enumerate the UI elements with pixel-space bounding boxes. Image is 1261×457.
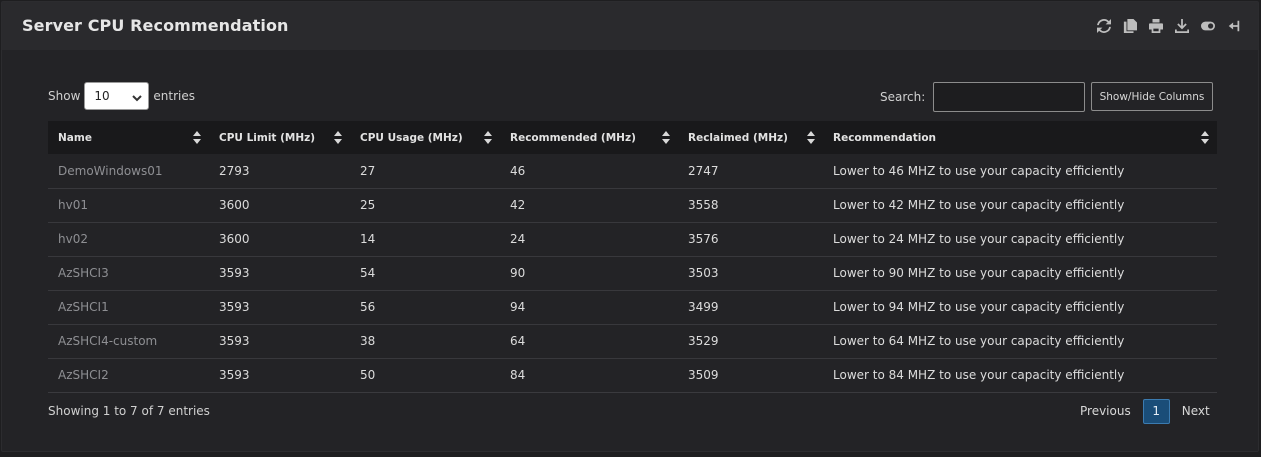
cell-reclaimed: 3558 (688, 198, 719, 212)
cell-recommended: 94 (510, 300, 526, 314)
table-info: Showing 1 to 7 of 7 entries (48, 404, 210, 418)
cell-recommendation: Lower to 90 MHZ to use your capacity eff… (833, 266, 1125, 280)
cell-name: AzSHCI3 (58, 266, 109, 280)
cell-recommendation: Lower to 64 MHZ to use your capacity eff… (833, 334, 1125, 348)
search-label: Search: (880, 90, 926, 104)
sort-icon (334, 131, 342, 144)
cell-name: DemoWindows01 (58, 163, 163, 178)
cell-name: AzSHCI4-custom (58, 334, 158, 348)
page-1-button[interactable]: 1 (1142, 398, 1170, 424)
sort-icon (193, 131, 201, 144)
download-icon[interactable] (1174, 18, 1190, 34)
cell-cpu-limit: 3600 (219, 232, 250, 246)
cell-cpu-usage: 54 (360, 266, 376, 280)
table-row: hv02 3600 14 24 3576 Lower to 24 MHZ to … (48, 222, 1217, 256)
column-header-name[interactable]: Name (48, 121, 209, 154)
table-row: AzSHCI1 3593 56 94 3499 Lower to 94 MHZ … (48, 290, 1217, 324)
table-row: DemoWindows01 2793 27 46 2747 Lower to 4… (48, 154, 1217, 188)
cell-cpu-limit: 3593 (219, 334, 250, 348)
cell-cpu-usage: 27 (360, 163, 376, 178)
page-length-select[interactable]: 10 (84, 82, 150, 110)
column-header-label: CPU Usage (MHz) (360, 131, 463, 144)
column-header-label: CPU Limit (MHz) (219, 131, 316, 144)
cell-cpu-usage: 25 (360, 198, 376, 212)
cell-cpu-limit: 2793 (219, 163, 250, 178)
cell-cpu-limit: 3593 (219, 368, 250, 382)
table-row: AzSHCI2 3593 50 84 3509 Lower to 84 MHZ … (48, 358, 1217, 392)
cell-recommendation: Lower to 42 MHZ to use your capacity eff… (833, 198, 1125, 212)
table-header-row: Name CPU Limit (MHz) CPU Usage (MHz) Rec… (48, 121, 1217, 154)
pagination: Previous 1 Next (1068, 398, 1222, 424)
sort-icon (662, 131, 670, 144)
panel-title: Server CPU Recommendation (22, 16, 289, 35)
cell-name: AzSHCI2 (58, 368, 109, 382)
cell-reclaimed: 3529 (688, 334, 719, 348)
cell-recommended: 46 (510, 163, 526, 178)
column-header-recommendation[interactable]: Recommendation (823, 121, 1217, 154)
table-row: AzSHCI4-custom 3593 38 64 3529 Lower to … (48, 324, 1217, 358)
cell-recommendation: Lower to 84 MHZ to use your capacity eff… (833, 368, 1125, 382)
cell-reclaimed: 3499 (688, 300, 719, 314)
column-header-label: Name (58, 131, 92, 144)
column-header-cpu-usage[interactable]: CPU Usage (MHz) (350, 121, 500, 154)
panel-toolbar (1096, 18, 1242, 34)
cell-recommended: 64 (510, 334, 526, 348)
refresh-icon[interactable] (1096, 18, 1112, 34)
column-header-reclaimed[interactable]: Reclaimed (MHz) (678, 121, 823, 154)
table-row: hv01 3600 25 42 3558 Lower to 42 MHZ to … (48, 188, 1217, 222)
table-row: AzSHCI3 3593 54 90 3503 Lower to 90 MHZ … (48, 256, 1217, 290)
sort-icon (1201, 131, 1209, 144)
cell-cpu-limit: 3600 (219, 198, 250, 212)
cell-recommended: 84 (510, 368, 526, 382)
panel-header: Server CPU Recommendation (2, 2, 1258, 50)
recommendation-table: Name CPU Limit (MHz) CPU Usage (MHz) Rec… (48, 121, 1217, 393)
cell-cpu-usage: 50 (360, 368, 376, 382)
cpu-recommendation-panel: Server CPU Recommendation Show 10 entrie… (1, 1, 1259, 452)
column-header-label: Recommended (MHz) (510, 131, 636, 144)
cell-cpu-limit: 3593 (219, 300, 250, 314)
sort-icon (484, 131, 492, 144)
cell-reclaimed: 3503 (688, 266, 719, 280)
entries-label: entries (153, 89, 195, 103)
cell-cpu-usage: 56 (360, 300, 376, 314)
column-header-recommended[interactable]: Recommended (MHz) (500, 121, 678, 154)
cell-recommended: 90 (510, 266, 526, 280)
show-label: Show (48, 89, 81, 103)
cell-cpu-usage: 38 (360, 334, 376, 348)
cell-recommendation: Lower to 46 MHZ to use your capacity eff… (833, 163, 1125, 178)
previous-page-button[interactable]: Previous (1068, 404, 1143, 418)
cell-reclaimed: 3509 (688, 368, 719, 382)
cell-recommendation: Lower to 24 MHZ to use your capacity eff… (833, 232, 1125, 246)
pin-icon[interactable] (1226, 18, 1242, 34)
cell-recommendation: Lower to 94 MHZ to use your capacity eff… (833, 300, 1125, 314)
search-control: Search: (880, 82, 1086, 112)
column-header-label: Recommendation (833, 131, 937, 144)
toggle-icon[interactable] (1200, 18, 1216, 34)
show-hide-columns-button[interactable]: Show/Hide Columns (1091, 82, 1213, 111)
print-icon[interactable] (1148, 18, 1164, 34)
cell-recommended: 24 (510, 232, 526, 246)
cell-cpu-limit: 3593 (219, 266, 250, 280)
page-length-control: Show 10 entries (48, 82, 195, 110)
cell-reclaimed: 3576 (688, 232, 719, 246)
cell-name: AzSHCI1 (58, 300, 109, 314)
column-header-cpu-limit[interactable]: CPU Limit (MHz) (209, 121, 350, 154)
page-length-value: 10 (94, 89, 110, 103)
search-input[interactable] (933, 82, 1086, 112)
next-page-button[interactable]: Next (1170, 404, 1222, 418)
cell-name: hv01 (58, 198, 88, 212)
copy-icon[interactable] (1122, 18, 1138, 34)
cell-recommended: 42 (510, 198, 526, 212)
sort-icon (807, 131, 815, 144)
chevron-down-icon (132, 92, 143, 102)
cell-name: hv02 (58, 232, 88, 246)
cell-cpu-usage: 14 (360, 232, 376, 246)
cell-reclaimed: 2747 (688, 163, 719, 178)
column-header-label: Reclaimed (MHz) (688, 131, 788, 144)
